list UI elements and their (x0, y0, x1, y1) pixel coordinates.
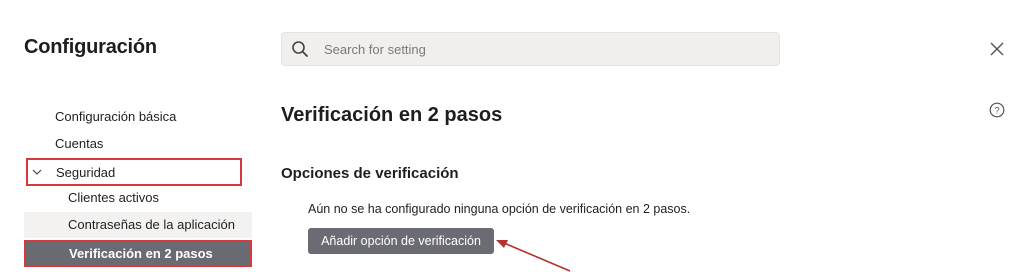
close-icon[interactable] (986, 38, 1008, 60)
annotation-arrow (496, 240, 571, 272)
sidebar-item-security[interactable]: Seguridad (26, 158, 242, 186)
help-icon[interactable]: ? (989, 102, 1005, 118)
sidebar-item-active-clients[interactable]: Clientes activos (24, 185, 252, 211)
sidebar-item-accounts[interactable]: Cuentas (55, 136, 103, 151)
search-input[interactable] (324, 33, 764, 65)
sidebar-item-label: Seguridad (56, 165, 116, 180)
page-title: Verificación en 2 pasos (281, 104, 503, 126)
app-title: Configuración (24, 36, 157, 58)
add-verification-option-button[interactable]: Añadir opción de verificación (308, 228, 494, 254)
chevron-down-icon (32, 169, 42, 175)
sidebar-item-app-passwords[interactable]: Contraseñas de la aplicación (24, 212, 252, 238)
empty-state-text: Aún no se ha configurado ninguna opción … (308, 202, 691, 216)
sidebar-item-basic-settings[interactable]: Configuración básica (55, 109, 176, 124)
search-box[interactable] (281, 32, 780, 66)
search-icon (292, 41, 308, 57)
sidebar-item-label: Verificación en 2 pasos (69, 246, 213, 261)
sidebar-item-label: Clientes activos (68, 190, 160, 205)
sidebar-item-2-step-verification[interactable]: Verificación en 2 pasos (24, 240, 252, 267)
sidebar-item-label: Contraseñas de la aplicación (68, 217, 235, 232)
section-title: Opciones de verificación (281, 165, 459, 182)
svg-text:?: ? (994, 106, 999, 117)
